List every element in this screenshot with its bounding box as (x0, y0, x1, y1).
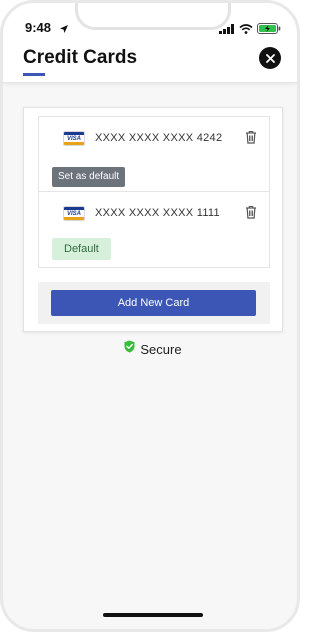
card-item: VISA XXXX XXXX XXXX 4242 Set as default (38, 116, 270, 192)
phone-frame: 9:48 Credit Cards VISA XXXX XXXX XXXX 42… (0, 0, 300, 632)
close-icon (265, 53, 275, 63)
battery-charging-icon (257, 21, 281, 39)
page-title: Credit Cards (23, 47, 138, 68)
visa-card-icon: VISA (63, 131, 85, 146)
location-arrow-icon (59, 21, 69, 39)
default-badge: Default (52, 238, 111, 260)
card-list: VISA XXXX XXXX XXXX 4242 Set as default (38, 116, 270, 268)
card-number: XXXX XXXX XXXX 4242 (95, 132, 223, 144)
cards-panel: VISA XXXX XXXX XXXX 4242 Set as default (23, 107, 283, 332)
title-underline (23, 73, 45, 76)
secure-indicator: Secure (3, 340, 297, 358)
add-card-section: Add New Card (38, 282, 270, 324)
trash-icon[interactable] (245, 205, 257, 224)
phone-notch (75, 3, 231, 30)
close-button[interactable] (259, 47, 281, 69)
status-indicators (219, 21, 281, 39)
add-new-card-button[interactable]: Add New Card (51, 290, 256, 316)
shield-check-icon (124, 340, 135, 358)
status-time: 9:48 (25, 20, 52, 35)
card-item: VISA XXXX XXXX XXXX 1111 Default (38, 192, 270, 268)
set-default-button[interactable]: Set as default (52, 167, 126, 187)
card-number: XXXX XXXX XXXX 1111 (95, 207, 220, 219)
visa-card-icon: VISA (63, 206, 85, 221)
trash-icon[interactable] (245, 130, 257, 149)
home-indicator (103, 613, 203, 617)
page-header: Credit Cards (3, 43, 297, 83)
secure-label: Secure (140, 341, 182, 357)
wifi-icon (239, 21, 253, 39)
